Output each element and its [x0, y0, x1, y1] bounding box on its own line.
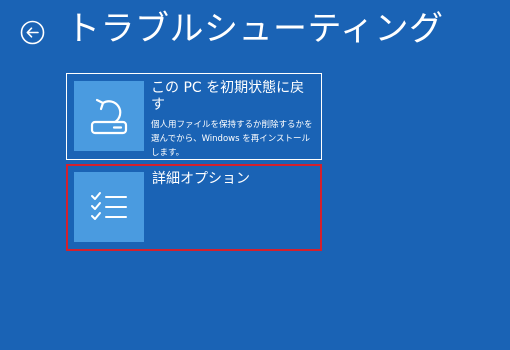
reset-pc-title: この PC を初期状態に戻す — [151, 80, 305, 113]
advanced-options-title: 詳細オプション — [152, 171, 250, 187]
advanced-options-option[interactable]: 詳細オプション — [66, 164, 322, 251]
back-arrow-icon — [20, 20, 45, 45]
back-button[interactable] — [20, 20, 45, 45]
page-title: トラブルシューティング — [66, 9, 444, 49]
reset-pc-option[interactable]: この PC を初期状態に戻す 個人用ファイルを保持するか削除するかを選んでから、… — [66, 73, 322, 160]
reset-pc-description: 個人用ファイルを保持するか削除するかを選んでから、Windows を再インストー… — [151, 120, 313, 158]
checklist-icon — [74, 172, 144, 242]
reset-pc-icon — [74, 81, 144, 151]
